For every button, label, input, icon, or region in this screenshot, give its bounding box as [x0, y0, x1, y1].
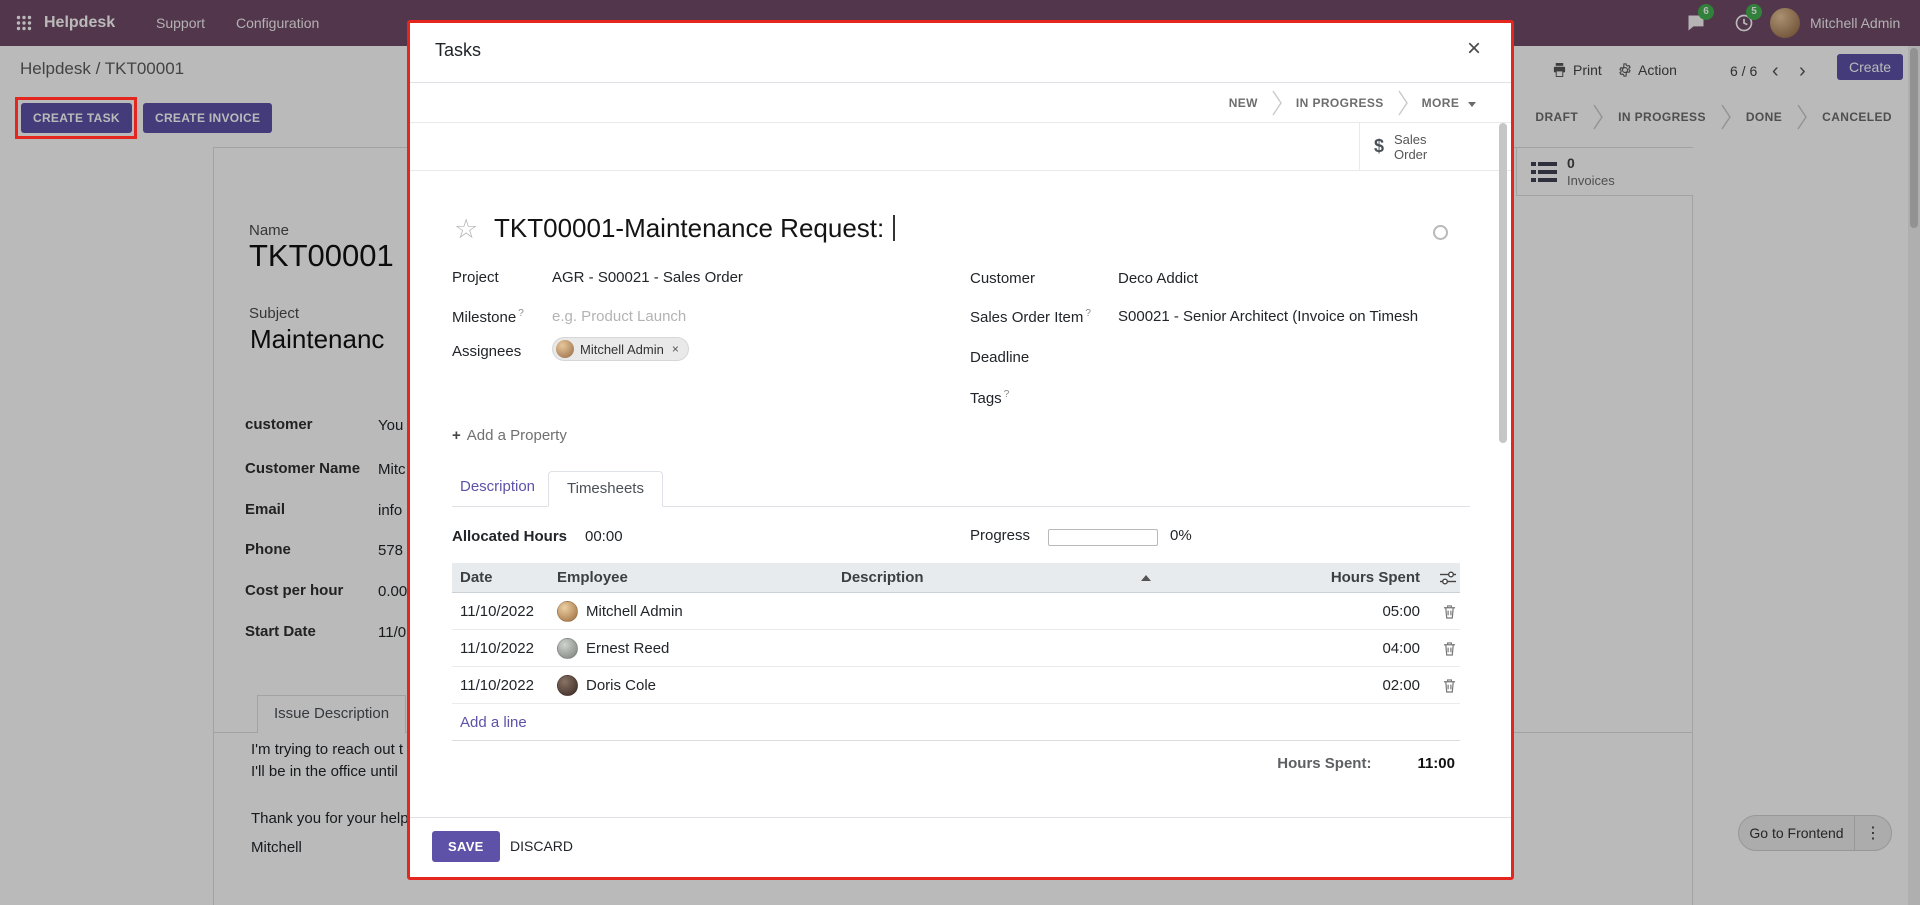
employee-avatar — [557, 638, 578, 659]
project-value[interactable]: AGR - S00021 - Sales Order — [552, 269, 743, 286]
stage-new[interactable]: NEW — [1229, 96, 1258, 110]
total-hours-value: 11:00 — [1417, 755, 1455, 772]
close-icon[interactable]: × — [1467, 35, 1481, 63]
employee-avatar — [557, 601, 578, 622]
optional-columns-icon[interactable] — [1420, 571, 1460, 585]
remove-tag-icon[interactable]: × — [672, 342, 679, 356]
modal-footer: SAVE DISCARD — [410, 817, 1511, 877]
tab-description[interactable]: Description — [460, 478, 535, 495]
deadline-label: Deadline — [970, 349, 1029, 366]
tags-label: Tags? — [970, 389, 1009, 407]
delete-row-icon[interactable] — [1420, 604, 1460, 619]
project-label: Project — [452, 269, 499, 286]
sort-asc-icon — [1141, 575, 1151, 581]
col-sort[interactable] — [1141, 575, 1187, 581]
dropdown-caret-icon — [1468, 102, 1476, 107]
delete-row-icon[interactable] — [1420, 641, 1460, 656]
stage-separator-icon — [1398, 90, 1408, 116]
employee-avatar — [557, 675, 578, 696]
help-icon: ? — [518, 308, 524, 319]
favorite-star-icon[interactable]: ☆ — [454, 216, 478, 243]
stage-separator-icon — [1272, 90, 1282, 116]
timesheet-row[interactable]: 11/10/2022 Ernest Reed 04:00 — [452, 630, 1460, 667]
progress-bar — [1048, 529, 1158, 546]
allocated-hours-value[interactable]: 00:00 — [585, 528, 623, 545]
text-cursor — [893, 215, 895, 241]
kanban-state-icon[interactable] — [1433, 225, 1448, 240]
progress-label: Progress — [970, 527, 1030, 544]
customer-label: Customer — [970, 270, 1035, 287]
stage-more-dropdown[interactable]: MORE — [1422, 96, 1476, 110]
col-employee[interactable]: Employee — [557, 569, 841, 586]
assignee-avatar — [556, 340, 574, 358]
timesheet-row[interactable]: 11/10/2022 Doris Cole 02:00 — [452, 667, 1460, 704]
milestone-input[interactable]: e.g. Product Launch — [552, 308, 686, 325]
timesheet-header-row: Date Employee Description Hours Spent — [452, 563, 1460, 593]
sales-order-item-value[interactable]: S00021 - Senior Architect (Invoice on Ti… — [1118, 308, 1418, 325]
progress-percent: 0% — [1170, 527, 1192, 544]
delete-row-icon[interactable] — [1420, 678, 1460, 693]
timesheet-row[interactable]: 11/10/2022 Mitchell Admin 05:00 — [452, 593, 1460, 630]
add-a-line-link[interactable]: Add a line — [452, 704, 1460, 741]
task-statusbar: NEW IN PROGRESS MORE — [410, 84, 1511, 123]
timesheet-table: Date Employee Description Hours Spent 11… — [452, 563, 1460, 772]
col-hours-spent[interactable]: Hours Spent — [1187, 569, 1420, 586]
task-title-input[interactable]: TKT00001-Maintenance Request: — [494, 213, 895, 244]
modal-button-box: $ Sales Order — [410, 123, 1511, 171]
help-icon: ? — [1004, 389, 1010, 400]
milestone-label: Milestone? — [452, 308, 524, 326]
discard-button[interactable]: DISCARD — [510, 838, 573, 854]
allocated-hours-label: Allocated Hours — [452, 528, 567, 545]
assignee-tag[interactable]: Mitchell Admin × — [552, 337, 689, 361]
col-description[interactable]: Description — [841, 569, 1141, 586]
modal-header: Tasks × — [410, 23, 1511, 83]
help-icon: ? — [1085, 308, 1091, 319]
timesheet-total: Hours Spent: 11:00 — [452, 741, 1460, 772]
dollar-icon: $ — [1374, 136, 1384, 157]
plus-icon: + — [452, 427, 461, 444]
stage-in-progress[interactable]: IN PROGRESS — [1296, 96, 1384, 110]
customer-value[interactable]: Deco Addict — [1118, 270, 1198, 287]
sales-order-item-label: Sales Order Item? — [970, 308, 1091, 326]
screen: Helpdesk Support Configuration 6 5 Mitch… — [0, 0, 1920, 905]
modal-scrollbar-thumb[interactable] — [1499, 123, 1507, 443]
save-button[interactable]: SAVE — [432, 831, 500, 862]
tasks-modal: Tasks × NEW IN PROGRESS MORE $ Sales Ord… — [407, 20, 1514, 880]
col-date[interactable]: Date — [452, 569, 557, 586]
total-hours-label: Hours Spent: — [1277, 755, 1371, 772]
tab-timesheets[interactable]: Timesheets — [548, 471, 663, 507]
assignees-label: Assignees — [452, 343, 521, 360]
add-property-button[interactable]: +Add a Property — [452, 427, 567, 444]
modal-title: Tasks — [435, 40, 481, 61]
sales-order-stat-button[interactable]: $ Sales Order — [1359, 123, 1490, 170]
